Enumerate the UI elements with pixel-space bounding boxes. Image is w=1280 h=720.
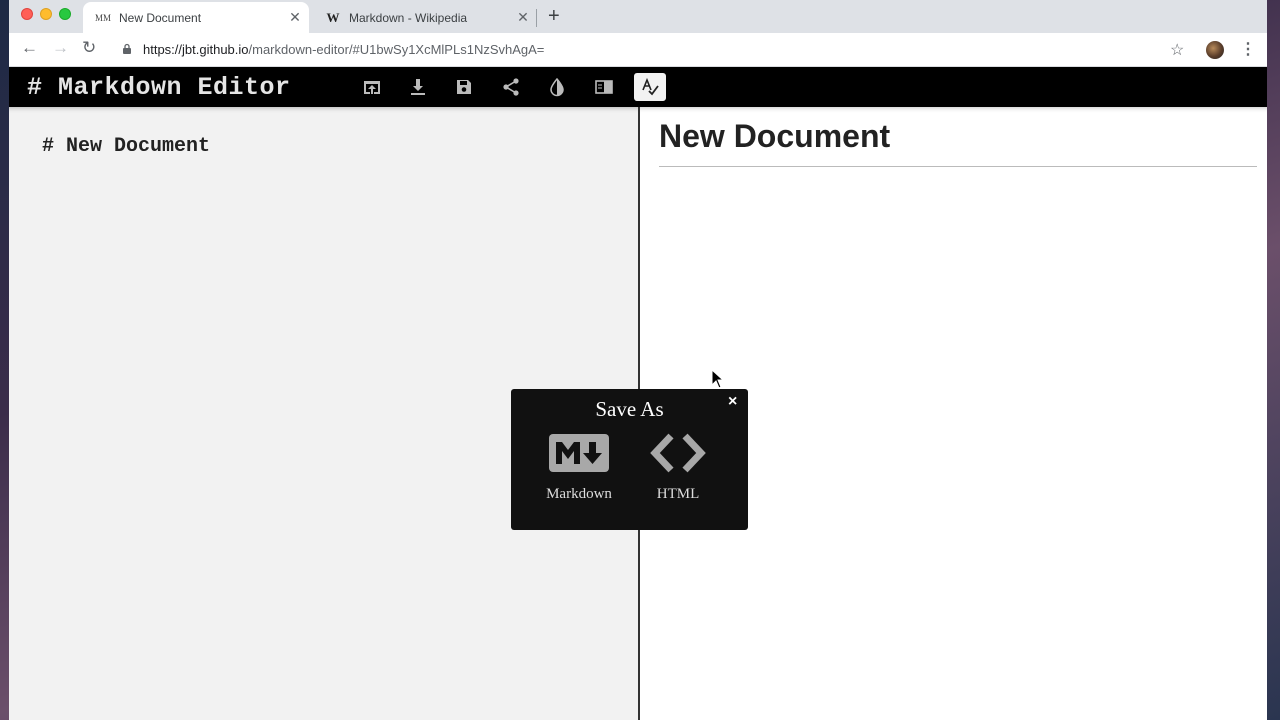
wikipedia-favicon-icon: W [326, 9, 340, 25]
save-as-dialog: Save As × Markdown HTML [511, 389, 748, 530]
save-option-label: Markdown [546, 486, 612, 502]
tab-strip: MM New Document ✕ W Markdown - Wikipedia… [9, 0, 1267, 33]
bookmark-star-icon[interactable]: ☆ [1170, 40, 1184, 60]
editor-content[interactable]: # New Document [42, 135, 210, 158]
url-host: https://jbt.github.io [143, 42, 249, 57]
browser-window: MM New Document ✕ W Markdown - Wikipedia… [9, 0, 1267, 720]
save-option-label: HTML [656, 486, 700, 502]
close-dialog-icon[interactable]: × [728, 393, 737, 411]
tab-separator [536, 9, 537, 27]
reload-icon[interactable]: ↻ [82, 38, 96, 58]
browser-toolbar: ← → ↻ https://jbt.github.io/markdown-edi… [9, 33, 1267, 67]
profile-avatar[interactable] [1206, 41, 1224, 59]
new-tab-button[interactable]: + [548, 5, 560, 28]
markdown-favicon-icon: MM [95, 12, 112, 23]
lock-icon [123, 43, 131, 54]
tab-title: Markdown - Wikipedia [349, 10, 468, 25]
app-title: # Markdown Editor [27, 73, 291, 102]
tab-title: New Document [119, 10, 202, 25]
close-tab-icon[interactable]: ✕ [287, 9, 303, 26]
save-as-html-button[interactable]: HTML [638, 433, 718, 503]
close-window-button[interactable] [21, 8, 33, 20]
minimize-window-button[interactable] [40, 8, 52, 20]
maximize-window-button[interactable] [59, 8, 71, 20]
code-brackets-icon [650, 433, 706, 473]
dialog-title: Save As [595, 397, 664, 421]
contrast-icon[interactable] [545, 75, 569, 99]
download-icon[interactable] [406, 75, 430, 99]
share-icon[interactable] [499, 75, 523, 99]
mouse-cursor-icon [711, 369, 725, 389]
app-header: # Markdown Editor [9, 67, 1267, 107]
tab-markdown-wikipedia[interactable]: W Markdown - Wikipedia ✕ [313, 2, 537, 33]
back-arrow-icon[interactable]: ← [21, 38, 38, 58]
markdown-icon [549, 434, 609, 472]
heading-rule [659, 166, 1257, 167]
close-tab-icon[interactable]: ✕ [515, 9, 531, 26]
tab-new-document[interactable]: MM New Document ✕ [83, 2, 309, 33]
save-as-markdown-button[interactable]: Markdown [539, 433, 619, 503]
url-path: /markdown-editor/#U1bwSy1XcMlPLs1NzSvhAg… [248, 42, 545, 57]
address-bar[interactable]: https://jbt.github.io/markdown-editor/#U… [143, 42, 544, 57]
split-view-icon[interactable] [592, 75, 616, 99]
forward-arrow-icon[interactable]: → [52, 38, 69, 58]
browser-menu-icon[interactable]: ⋮ [1240, 39, 1256, 59]
open-file-icon[interactable] [360, 75, 384, 99]
save-icon[interactable] [452, 75, 476, 99]
preview-heading: New Document [659, 118, 891, 154]
spellcheck-icon[interactable] [634, 73, 666, 101]
